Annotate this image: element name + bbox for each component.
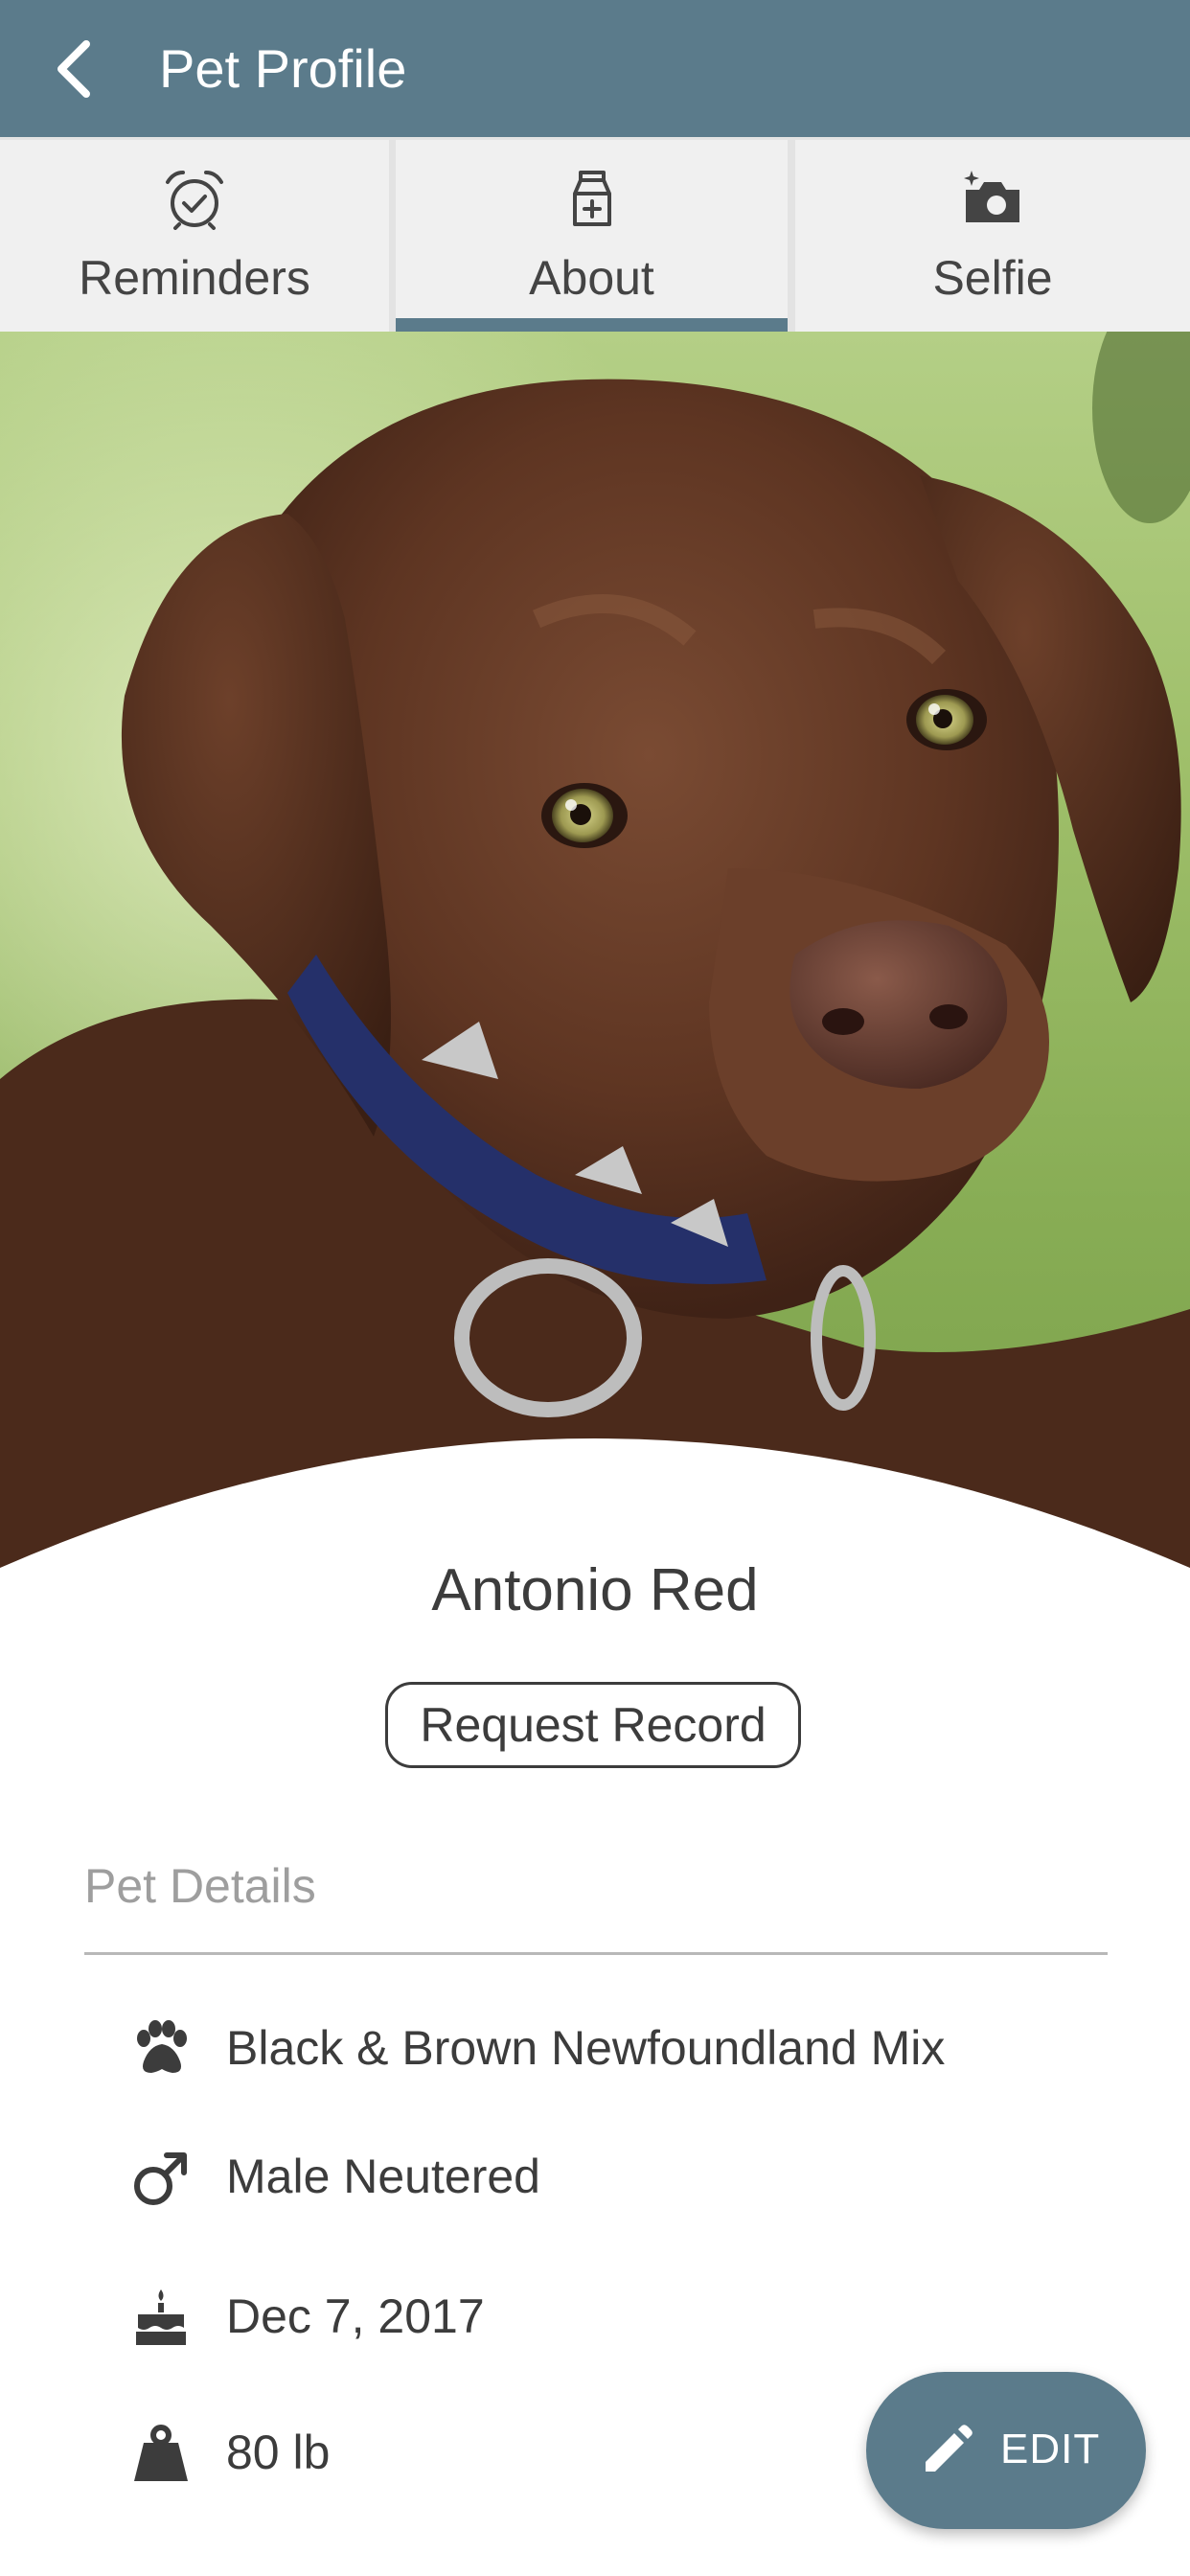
detail-sex: Male Neutered: [0, 2138, 1190, 2215]
chevron-left-icon: [57, 40, 90, 98]
page-title: Pet Profile: [159, 38, 407, 99]
tab-about-label: About: [529, 251, 654, 305]
pet-details-heading: Pet Details: [84, 1859, 316, 1913]
detail-breed-text: Black & Brown Newfoundland Mix: [226, 2021, 946, 2075]
detail-birthday: Dec 7, 2017: [0, 2278, 1190, 2355]
tab-bar: Reminders About Selfie: [0, 137, 1190, 332]
alarm-check-icon: [166, 171, 223, 230]
pet-food-bag-icon: [572, 171, 611, 226]
back-button[interactable]: [48, 38, 105, 100]
edit-button[interactable]: EDIT: [866, 2372, 1146, 2529]
tab-selfie-label: Selfie: [932, 251, 1053, 305]
pet-name: Antonio Red: [431, 1557, 759, 1623]
paw-icon: [137, 2020, 187, 2073]
birthday-cake-icon: [136, 2289, 186, 2345]
tab-selected-indicator: [396, 318, 788, 332]
tab-reminders-label: Reminders: [79, 251, 310, 305]
camera-sparkle-icon: [964, 171, 1019, 222]
chocolate-labrador-puppy-photo: [0, 332, 1190, 1577]
tab-about[interactable]: About: [396, 140, 788, 332]
detail-breed: Black & Brown Newfoundland Mix: [0, 2010, 1190, 2086]
tab-reminders[interactable]: Reminders: [0, 140, 389, 332]
edit-button-label: EDIT: [1000, 2426, 1101, 2472]
detail-weight-text: 80 lb: [226, 2426, 331, 2479]
app-bar: Pet Profile: [0, 0, 1190, 137]
detail-sex-text: Male Neutered: [226, 2150, 540, 2203]
pet-photo: [0, 332, 1190, 1577]
weight-icon: [134, 2425, 188, 2481]
request-record-button[interactable]: Request Record: [385, 1682, 801, 1768]
detail-birthday-text: Dec 7, 2017: [226, 2289, 485, 2343]
male-icon: [134, 2152, 187, 2205]
tab-selfie[interactable]: Selfie: [795, 140, 1190, 332]
section-divider: [84, 1952, 1108, 1955]
pencil-icon: [926, 2425, 973, 2472]
